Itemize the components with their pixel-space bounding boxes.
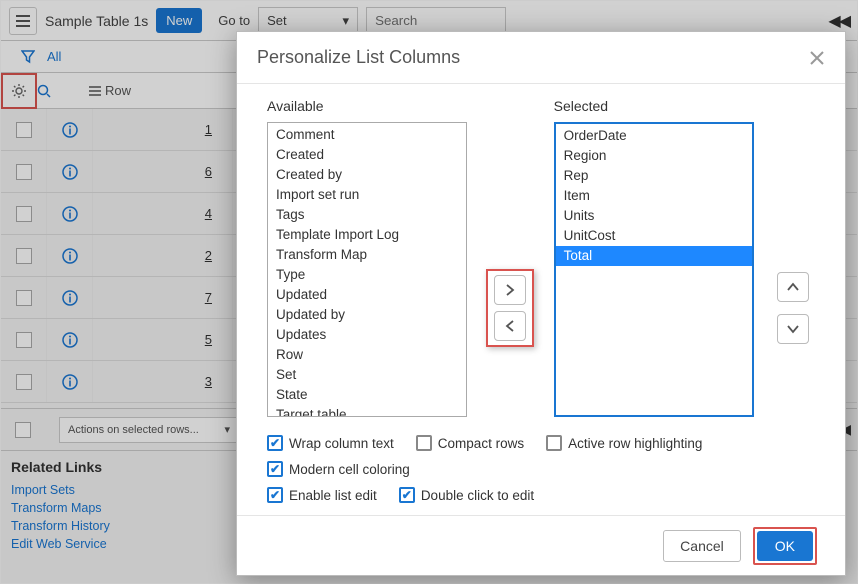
- checkbox-icon: [399, 487, 415, 503]
- list-item[interactable]: Updated: [268, 285, 466, 305]
- list-item[interactable]: Row: [268, 345, 466, 365]
- remove-button[interactable]: [494, 311, 526, 341]
- dialog-header: Personalize List Columns: [237, 32, 845, 84]
- enableedit-option[interactable]: Enable list edit: [267, 487, 377, 503]
- ok-highlight-box: OK: [753, 527, 817, 565]
- list-item[interactable]: Transform Map: [268, 245, 466, 265]
- list-item[interactable]: Region: [556, 146, 752, 166]
- move-down-button[interactable]: [777, 314, 809, 344]
- list-item[interactable]: Type: [268, 265, 466, 285]
- list-item[interactable]: Rep: [556, 166, 752, 186]
- list-item[interactable]: Updated by: [268, 305, 466, 325]
- selected-label: Selected: [554, 98, 754, 114]
- dialog-title: Personalize List Columns: [257, 47, 460, 68]
- chevron-up-icon: [787, 282, 799, 292]
- list-item[interactable]: Total: [556, 246, 752, 266]
- list-item[interactable]: Created: [268, 145, 466, 165]
- list-item[interactable]: Set: [268, 365, 466, 385]
- mover-highlight-box: [486, 269, 534, 347]
- list-item[interactable]: Tags: [268, 205, 466, 225]
- list-item[interactable]: OrderDate: [556, 126, 752, 146]
- add-button[interactable]: [494, 275, 526, 305]
- cancel-button[interactable]: Cancel: [663, 530, 741, 562]
- checkbox-icon: [267, 435, 283, 451]
- wrap-option[interactable]: Wrap column text: [267, 435, 394, 451]
- list-item[interactable]: Comment: [268, 125, 466, 145]
- close-icon: [809, 50, 825, 66]
- checkbox-icon: [267, 487, 283, 503]
- list-item[interactable]: Units: [556, 206, 752, 226]
- chevron-left-icon: [505, 320, 515, 332]
- chevron-down-icon: [787, 324, 799, 334]
- list-item[interactable]: State: [268, 385, 466, 405]
- list-item[interactable]: Template Import Log: [268, 225, 466, 245]
- checkbox-icon: [546, 435, 562, 451]
- checkbox-icon: [267, 461, 283, 477]
- options-group: Wrap column text Compact rows Active row…: [267, 435, 815, 503]
- mover-column: [485, 98, 536, 417]
- chevron-right-icon: [505, 284, 515, 296]
- highlight-option[interactable]: Active row highlighting: [546, 435, 702, 451]
- list-item[interactable]: Created by: [268, 165, 466, 185]
- list-item[interactable]: Target table: [268, 405, 466, 417]
- ok-button[interactable]: OK: [757, 531, 813, 561]
- dialog-body: Available CommentCreatedCreated byImport…: [237, 84, 845, 503]
- dialog-footer: Cancel OK: [237, 515, 845, 575]
- compact-option[interactable]: Compact rows: [416, 435, 524, 451]
- list-item[interactable]: Import set run: [268, 185, 466, 205]
- reorder-column: [772, 98, 815, 417]
- close-button[interactable]: [809, 50, 825, 66]
- modern-option[interactable]: Modern cell coloring: [267, 461, 410, 477]
- available-label: Available: [267, 98, 467, 114]
- personalize-columns-dialog: Personalize List Columns Available Comme…: [236, 31, 846, 576]
- move-up-button[interactable]: [777, 272, 809, 302]
- list-item[interactable]: Item: [556, 186, 752, 206]
- selected-listbox[interactable]: OrderDateRegionRepItemUnitsUnitCostTotal: [554, 122, 754, 417]
- checkbox-icon: [416, 435, 432, 451]
- list-item[interactable]: UnitCost: [556, 226, 752, 246]
- available-listbox[interactable]: CommentCreatedCreated byImport set runTa…: [267, 122, 467, 417]
- list-item[interactable]: Updates: [268, 325, 466, 345]
- dblclick-option[interactable]: Double click to edit: [399, 487, 534, 503]
